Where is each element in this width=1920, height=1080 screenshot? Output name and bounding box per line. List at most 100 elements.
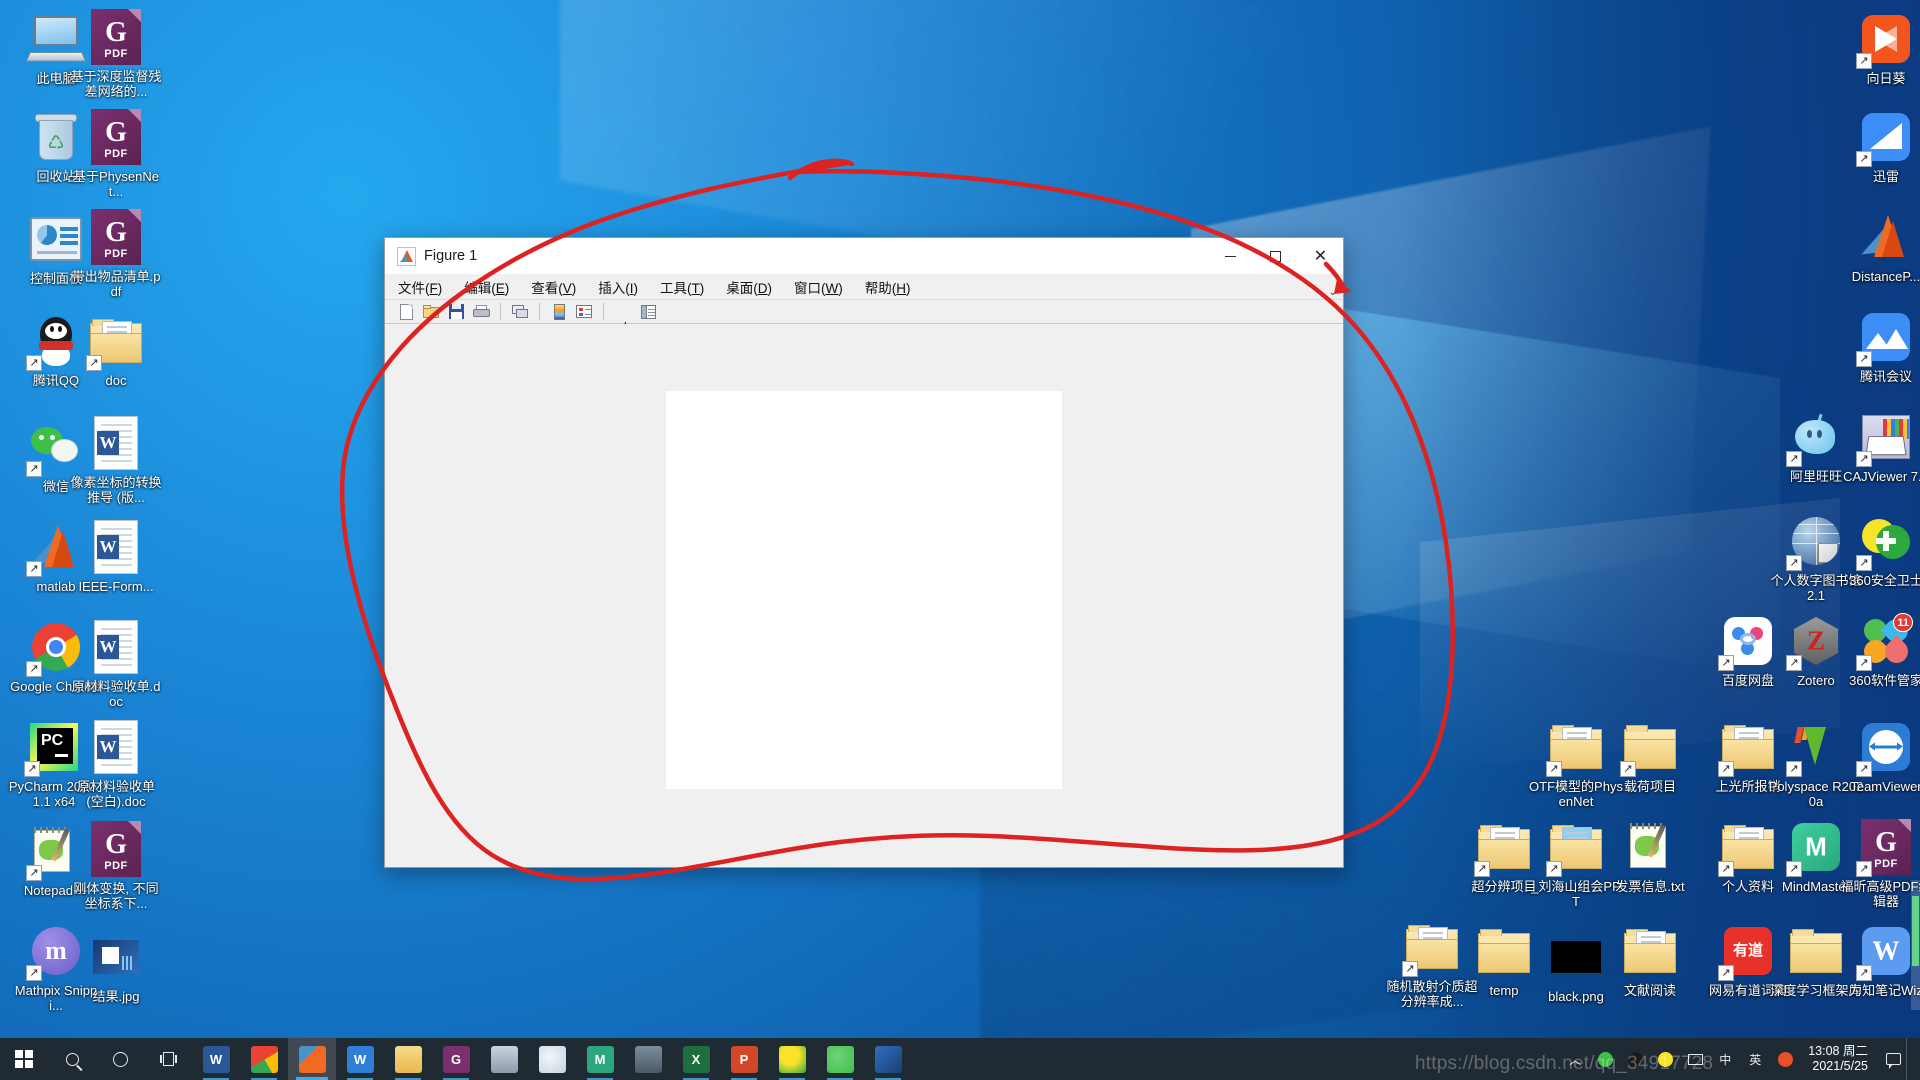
notification-center-button[interactable] <box>1880 1038 1906 1080</box>
start-button[interactable] <box>0 1038 48 1080</box>
desktop-icon[interactable]: 文献阅读 <box>1602 922 1698 998</box>
shortcut-arrow-icon: ↗ <box>26 965 42 981</box>
shortcut-arrow-icon: ↗ <box>1856 53 1872 69</box>
desktop-icon[interactable]: 11 ↗ 360软件管家 <box>1838 612 1920 688</box>
save-figure-button[interactable] <box>445 301 467 322</box>
ime-mode-tray-button[interactable]: 英 <box>1740 1038 1770 1080</box>
desktop-icon[interactable]: G PDF 基于PhysenNet... <box>68 108 164 199</box>
property-inspector-button[interactable] <box>637 301 659 322</box>
desktop-icon[interactable]: W IEEE-Form... <box>68 518 164 594</box>
desktop-icon[interactable]: ↗ 载荷项目 <box>1602 718 1698 794</box>
file-explorer-taskbar-button[interactable] <box>384 1038 432 1080</box>
remote-desktop-taskbar-icon <box>874 1045 902 1073</box>
desktop-icon[interactable]: G PDF 基于深度监督残差网络的... <box>68 8 164 99</box>
desktop-icon[interactable]: W ↗ 为知笔记Wiz <box>1838 922 1920 998</box>
word-document-icon: W <box>94 720 138 774</box>
open-file-button[interactable] <box>420 301 442 322</box>
360-tray-button[interactable] <box>1650 1038 1680 1080</box>
cortana-button[interactable] <box>96 1038 144 1080</box>
shortcut-arrow-icon: ↗ <box>1786 861 1802 877</box>
show-desktop-button[interactable] <box>1906 1038 1914 1080</box>
painter-taskbar-button[interactable] <box>528 1038 576 1080</box>
desktop-icon[interactable]: ↗ 360安全卫士 <box>1838 512 1920 588</box>
menu-item-8[interactable]: 帮助(H) <box>865 277 911 297</box>
chrome-taskbar-button[interactable] <box>240 1038 288 1080</box>
desktop-icon[interactable]: ↗ doc <box>68 312 164 388</box>
desktop-scrollbar[interactable] <box>1911 880 1920 1010</box>
windows-taskbar[interactable]: W W G M XP ︿ 中英 13:08 周二 2021/5/25 <box>0 1038 1920 1080</box>
menu-item-7[interactable]: 窗口(W) <box>794 277 843 297</box>
menu-item-4[interactable]: 插入(I) <box>598 277 638 297</box>
desktop-icon[interactable]: DistanceP... <box>1838 208 1920 284</box>
task-view-button[interactable] <box>144 1038 192 1080</box>
desktop-icon[interactable]: ↗ 向日葵 <box>1838 10 1920 86</box>
taskbar-pinned-apps: W W G M XP <box>192 1038 912 1080</box>
shortcut-arrow-icon: ↗ <box>1546 761 1562 777</box>
desktop-icon[interactable]: G PDF 带出物品清单.pdf <box>68 208 164 299</box>
menu-item-3[interactable]: 查看(V) <box>531 277 576 297</box>
network-tray-button[interactable] <box>1680 1038 1710 1080</box>
insert-legend-button[interactable] <box>573 301 595 322</box>
remote-desktop-taskbar-button[interactable] <box>864 1038 912 1080</box>
maximize-button[interactable] <box>1253 238 1298 274</box>
powerpoint-taskbar-button[interactable]: P <box>720 1038 768 1080</box>
minimize-button[interactable] <box>1208 238 1253 274</box>
menu-item-6[interactable]: 桌面(D) <box>726 277 772 297</box>
window-titlebar[interactable]: Figure 1 ✕ <box>385 238 1343 274</box>
plot-axes-blank[interactable] <box>666 390 1062 789</box>
search-button[interactable] <box>48 1038 96 1080</box>
desktop-icon[interactable]: ↗ 迅雷 <box>1838 108 1920 184</box>
desktop-icon[interactable]: W 像素坐标的转换推导 (版... <box>68 414 164 505</box>
close-button[interactable]: ✕ <box>1298 238 1343 274</box>
desktop-icon[interactable]: W 原材料验收单.doc <box>68 618 164 709</box>
desktop-icon[interactable]: GPDF↗福昕高级PDF编辑器 <box>1838 818 1920 909</box>
clock-date: 2021/5/25 <box>1812 1059 1868 1073</box>
tray-expand-button[interactable]: ︿ <box>1560 1038 1590 1080</box>
menu-item-5[interactable]: 工具(T) <box>660 277 704 297</box>
matlab-figure-icon <box>397 246 416 266</box>
matlab-figure-window[interactable]: Figure 1 ✕ 文件(F) 编辑(E) 查看(V) 插入(I) 工具(T) 桌面(D… <box>384 237 1344 868</box>
mindmaster-taskbar-button[interactable]: M <box>576 1038 624 1080</box>
clock-weekday: 周二 <box>1842 1044 1868 1058</box>
foxit-pdf-taskbar-button[interactable]: G <box>432 1038 480 1080</box>
menu-item-1[interactable]: 文件(F) <box>398 277 442 297</box>
360-taskbar-button[interactable] <box>768 1038 816 1080</box>
shortcut-arrow-icon: ↗ <box>1856 761 1872 777</box>
sogou-ime-tray-button[interactable]: 中 <box>1710 1038 1740 1080</box>
mathtype-taskbar-button[interactable] <box>480 1038 528 1080</box>
desktop-icon[interactable]: G PDF 刚体变换, 不同坐标系下... <box>68 820 164 911</box>
wechat-tray-button[interactable] <box>1590 1038 1620 1080</box>
wechat-taskbar-icon <box>826 1045 854 1073</box>
menu-overflow-icon[interactable]: ⌄ <box>1329 287 1337 298</box>
desktop-icon-label: IEEE-Form... <box>78 579 154 594</box>
wps-writer-taskbar-icon: W <box>346 1045 374 1073</box>
link-plot-button[interactable] <box>509 301 531 322</box>
qq-tray-button[interactable] <box>1620 1038 1650 1080</box>
menu-item-2[interactable]: 编辑(E) <box>464 277 509 297</box>
desktop-icon[interactable]: ↗ 腾讯会议 <box>1838 308 1920 384</box>
shortcut-arrow-icon: ↗ <box>1546 861 1562 877</box>
edit-plot-pointer-button[interactable] <box>612 301 634 335</box>
shortcut-arrow-icon: ↗ <box>1856 861 1872 877</box>
wps-writer-taskbar-button[interactable]: W <box>336 1038 384 1080</box>
figure-canvas[interactable] <box>385 324 1343 867</box>
wps-cloud-tray-button[interactable] <box>1770 1038 1800 1080</box>
desktop-icon[interactable]: W 原材料验收单 (空白).doc <box>68 718 164 809</box>
insert-colorbar-button[interactable] <box>548 301 570 322</box>
desktop-icon[interactable]: ↗ TeamViewer <box>1838 718 1920 794</box>
desktop-icon[interactable]: 发票信息.txt <box>1602 818 1698 894</box>
calculator-taskbar-button[interactable] <box>624 1038 672 1080</box>
wechat-taskbar-button[interactable] <box>816 1038 864 1080</box>
desktop-icon[interactable]: ↗ CAJViewer 7.2 <box>1838 408 1920 484</box>
matlab-taskbar-button[interactable] <box>288 1038 336 1080</box>
pdf-file-icon: G PDF <box>91 109 141 165</box>
taskbar-clock[interactable]: 13:08 周二 2021/5/25 <box>1800 1044 1880 1074</box>
shortcut-arrow-icon: ↗ <box>1856 351 1872 367</box>
excel-taskbar-button[interactable]: X <box>672 1038 720 1080</box>
desktop-icon-label: 原材料验收单.doc <box>71 679 161 709</box>
print-figure-button[interactable] <box>470 301 492 322</box>
desktop-icon[interactable]: 结果.jpg <box>68 928 164 1004</box>
word-taskbar-button[interactable]: W <box>192 1038 240 1080</box>
new-figure-button[interactable] <box>395 301 417 322</box>
desktop-icon-label: 超分辨项目 <box>1471 879 1537 894</box>
